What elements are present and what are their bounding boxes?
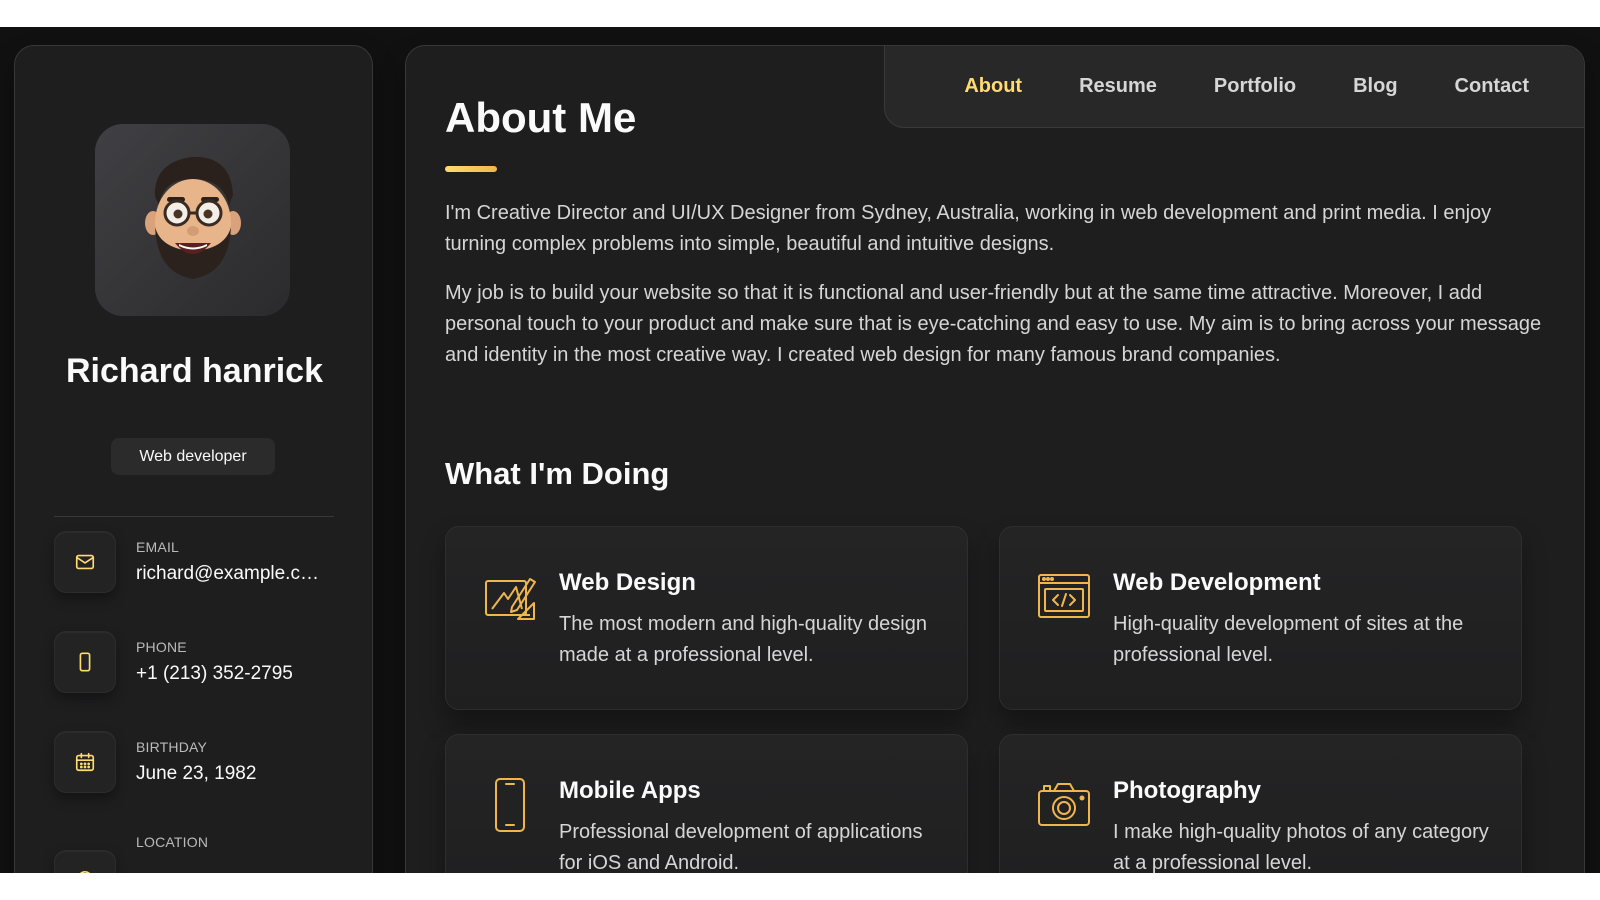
phone-icon [79,652,91,672]
nav-contact[interactable]: Contact [1455,75,1529,98]
contact-icon-box [54,850,116,873]
mobile-icon [495,778,525,832]
service-text: The most modern and high-quality design … [559,613,927,666]
calendar-icon [75,752,95,772]
service-text: High-quality development of sites at the… [1113,613,1464,666]
separator [54,516,334,517]
contact-label: PHONE [136,639,187,655]
contact-label: BIRTHDAY [136,739,208,755]
title-badge: Web developer [111,438,275,475]
title-underline [445,166,497,172]
avatar [95,124,290,316]
service-card-mobile-apps: Mobile Apps Professional development of … [445,734,968,873]
service-title: Mobile Apps [559,777,701,804]
about-paragraph-2: My job is to build your website so that … [445,282,1542,366]
camera-icon [1038,783,1090,826]
phone-link[interactable]: +1 (213) 352-2795 [136,663,326,685]
services-title: What I'm Doing [445,456,670,491]
service-title: Photography [1113,777,1261,804]
service-title: Web Development [1113,569,1321,596]
service-card-web-development: Web Development High-quality development… [999,526,1522,710]
code-icon [1038,574,1090,618]
viewport: Richard hanrick Web developer EMAIL rich… [0,27,1600,873]
contact-icon-box [54,631,116,693]
sidebar: Richard hanrick Web developer EMAIL rich… [14,45,373,873]
nav-about[interactable]: About [964,75,1022,98]
navbar: About Resume Portfolio Blog Contact [884,46,1584,128]
nav-resume[interactable]: Resume [1079,75,1157,98]
birthday-value: June 23, 1982 [136,763,257,784]
contact-icon-box [54,531,116,593]
service-card-photography: Photography I make high-quality photos o… [999,734,1522,873]
nav-blog[interactable]: Blog [1353,75,1397,98]
contact-email: EMAIL richard@example.com [54,531,354,593]
service-text: Professional development of applications… [559,821,923,873]
profile-name: Richard hanrick [66,352,323,390]
mail-icon [75,554,95,570]
service-title: Web Design [559,569,696,596]
location-icon [80,871,90,873]
contact-birthday: BIRTHDAY June 23, 1982 [54,731,354,793]
design-icon [485,578,536,620]
email-link[interactable]: richard@example.com [136,563,326,585]
page-title: About Me [445,94,637,141]
main-article: About Resume Portfolio Blog Contact Abou… [405,45,1585,873]
memoji-avatar-icon [144,156,241,279]
contact-label: EMAIL [136,539,180,555]
service-card-web-design: Web Design The most modern and high-qual… [445,526,968,710]
contact-phone: PHONE +1 (213) 352-2795 [54,631,354,693]
service-text: I make high-quality photos of any catego… [1113,821,1489,873]
contact-label: LOCATION [136,834,209,850]
contact-location: LOCATION [54,826,354,873]
nav-portfolio[interactable]: Portfolio [1214,75,1296,98]
contact-icon-box [54,731,116,793]
about-paragraph-1: I'm Creative Director and UI/UX Designer… [445,202,1492,255]
